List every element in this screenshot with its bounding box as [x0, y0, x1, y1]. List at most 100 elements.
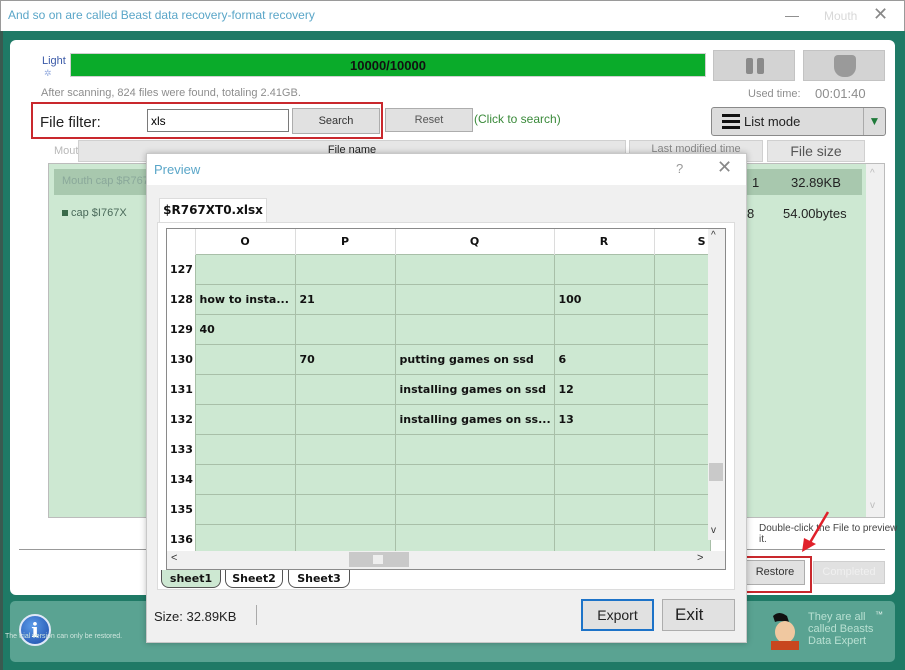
- reset-button[interactable]: Reset: [385, 108, 473, 132]
- sheet-vertical-scrollbar[interactable]: ^ v: [708, 229, 725, 540]
- row-number[interactable]: 136: [167, 524, 195, 554]
- sheet-cell[interactable]: [294, 493, 396, 525]
- scroll-down-icon[interactable]: v: [711, 525, 716, 536]
- sheet-cell[interactable]: [653, 463, 711, 495]
- sheet-cell[interactable]: [653, 253, 711, 285]
- scroll-up-icon[interactable]: ^: [711, 230, 716, 241]
- sheet-cell[interactable]: [194, 433, 296, 465]
- pause-button[interactable]: [713, 50, 795, 81]
- sheet-cell[interactable]: 12: [553, 373, 655, 405]
- sheet-cell[interactable]: [294, 403, 396, 435]
- scroll-thumb[interactable]: [349, 552, 409, 567]
- sheet-cell[interactable]: [553, 463, 655, 495]
- sheet-cell[interactable]: [194, 343, 296, 375]
- scroll-thumb[interactable]: [709, 463, 723, 481]
- file-list-scrollbar[interactable]: ^ v: [866, 164, 884, 517]
- column-header-file-size[interactable]: File size: [767, 140, 865, 162]
- sheet-cell[interactable]: 21: [294, 283, 396, 315]
- sheet-cell[interactable]: 6: [553, 343, 655, 375]
- row-checkbox[interactable]: [62, 210, 68, 216]
- row-number[interactable]: 135: [167, 494, 195, 524]
- sheet-cell[interactable]: [653, 433, 711, 465]
- sheet-cell[interactable]: [394, 433, 555, 465]
- sheet-cell[interactable]: [394, 493, 555, 525]
- completed-button[interactable]: Completed: [813, 561, 885, 584]
- sheet-cell[interactable]: [394, 313, 555, 345]
- row-number[interactable]: 134: [167, 464, 195, 494]
- window-extra-button[interactable]: Mouth: [824, 9, 857, 23]
- sheet-cell[interactable]: [194, 493, 296, 525]
- sheet-cell[interactable]: [653, 373, 711, 405]
- row-number[interactable]: 130: [167, 344, 195, 374]
- sheet-cell[interactable]: [394, 463, 555, 495]
- stop-button[interactable]: [803, 50, 885, 81]
- search-button[interactable]: Search: [292, 108, 380, 134]
- column-header-mouth[interactable]: Mouth: [48, 140, 85, 162]
- sheet-horizontal-scrollbar[interactable]: < >: [167, 551, 725, 569]
- preview-close-button[interactable]: ✕: [717, 157, 732, 178]
- close-button[interactable]: ✕: [873, 4, 888, 25]
- sheet-cell[interactable]: [553, 313, 655, 345]
- file-filter-input[interactable]: [147, 109, 289, 132]
- sheet-cell[interactable]: [553, 523, 655, 555]
- column-header[interactable]: Q: [395, 229, 555, 254]
- export-button[interactable]: Export: [581, 599, 654, 631]
- sheet-cell[interactable]: how to insta...: [194, 283, 296, 315]
- scroll-right-icon[interactable]: >: [697, 552, 703, 564]
- sheet-cell[interactable]: [194, 463, 296, 495]
- sheet-cell[interactable]: [394, 523, 555, 555]
- sheet-tab-sheet2[interactable]: Sheet2: [225, 570, 283, 588]
- sheet-cell[interactable]: [553, 433, 655, 465]
- sheet-cell[interactable]: [194, 403, 296, 435]
- sheet-cell[interactable]: [394, 253, 555, 285]
- sheet-cell[interactable]: [553, 253, 655, 285]
- sheet-cell[interactable]: [194, 523, 296, 555]
- sheet-cell[interactable]: 13: [553, 403, 655, 435]
- exit-button[interactable]: Exit: [662, 599, 735, 631]
- sheet-cell[interactable]: [294, 433, 396, 465]
- minimize-button[interactable]: —: [785, 7, 799, 23]
- sheet-cell[interactable]: [294, 253, 396, 285]
- column-header[interactable]: R: [554, 229, 655, 254]
- sheet-cell[interactable]: [194, 373, 296, 405]
- sheet-cell[interactable]: [194, 253, 296, 285]
- dropdown-arrow-icon[interactable]: ▼: [863, 108, 885, 135]
- sheet-cell[interactable]: 100: [553, 283, 655, 315]
- row-number[interactable]: 127: [167, 254, 195, 284]
- sheet-cell[interactable]: [653, 283, 711, 315]
- row-number[interactable]: 129: [167, 314, 195, 344]
- sheet-cell[interactable]: [294, 463, 396, 495]
- row-number[interactable]: 131: [167, 374, 195, 404]
- sheet-cell[interactable]: [294, 313, 396, 345]
- sheet-cell[interactable]: [294, 523, 396, 555]
- sheet-tab-sheet1[interactable]: sheet1: [161, 570, 221, 588]
- sheet-cell[interactable]: putting games on ssd: [394, 343, 555, 375]
- sheet-cell[interactable]: [653, 403, 711, 435]
- sheet-cell[interactable]: installing games on ssd: [394, 373, 555, 405]
- row-number[interactable]: 133: [167, 434, 195, 464]
- sheet-cell[interactable]: installing games on ss...: [394, 403, 555, 435]
- scroll-left-icon[interactable]: <: [171, 552, 177, 564]
- restore-button[interactable]: Restore: [745, 560, 805, 585]
- sheet-cell[interactable]: [653, 493, 711, 525]
- view-mode-dropdown[interactable]: List mode ▼: [711, 107, 886, 136]
- column-header[interactable]: O: [195, 229, 296, 254]
- scroll-down-icon[interactable]: v: [870, 500, 875, 511]
- info-icon[interactable]: i: [19, 614, 51, 646]
- scroll-up-icon[interactable]: ^: [870, 168, 875, 179]
- column-header[interactable]: P: [295, 229, 396, 254]
- help-button[interactable]: ?: [676, 161, 683, 176]
- sheet-cell[interactable]: [294, 373, 396, 405]
- row-number[interactable]: 132: [167, 404, 195, 434]
- sheet-cell[interactable]: [394, 283, 555, 315]
- sheet-cell[interactable]: 70: [294, 343, 396, 375]
- sheet-cell[interactable]: [653, 313, 711, 345]
- sheet-tab-sheet3[interactable]: Sheet3: [288, 570, 350, 588]
- column-header[interactable]: S: [654, 229, 711, 254]
- sheet-cell[interactable]: [653, 343, 711, 375]
- sheet-cell[interactable]: [553, 493, 655, 525]
- tab-file[interactable]: $R767XT0.xlsx: [159, 198, 267, 223]
- sheet-cell[interactable]: 40: [194, 313, 296, 345]
- row-number[interactable]: 128: [167, 284, 195, 314]
- sheet-cell[interactable]: [653, 523, 711, 555]
